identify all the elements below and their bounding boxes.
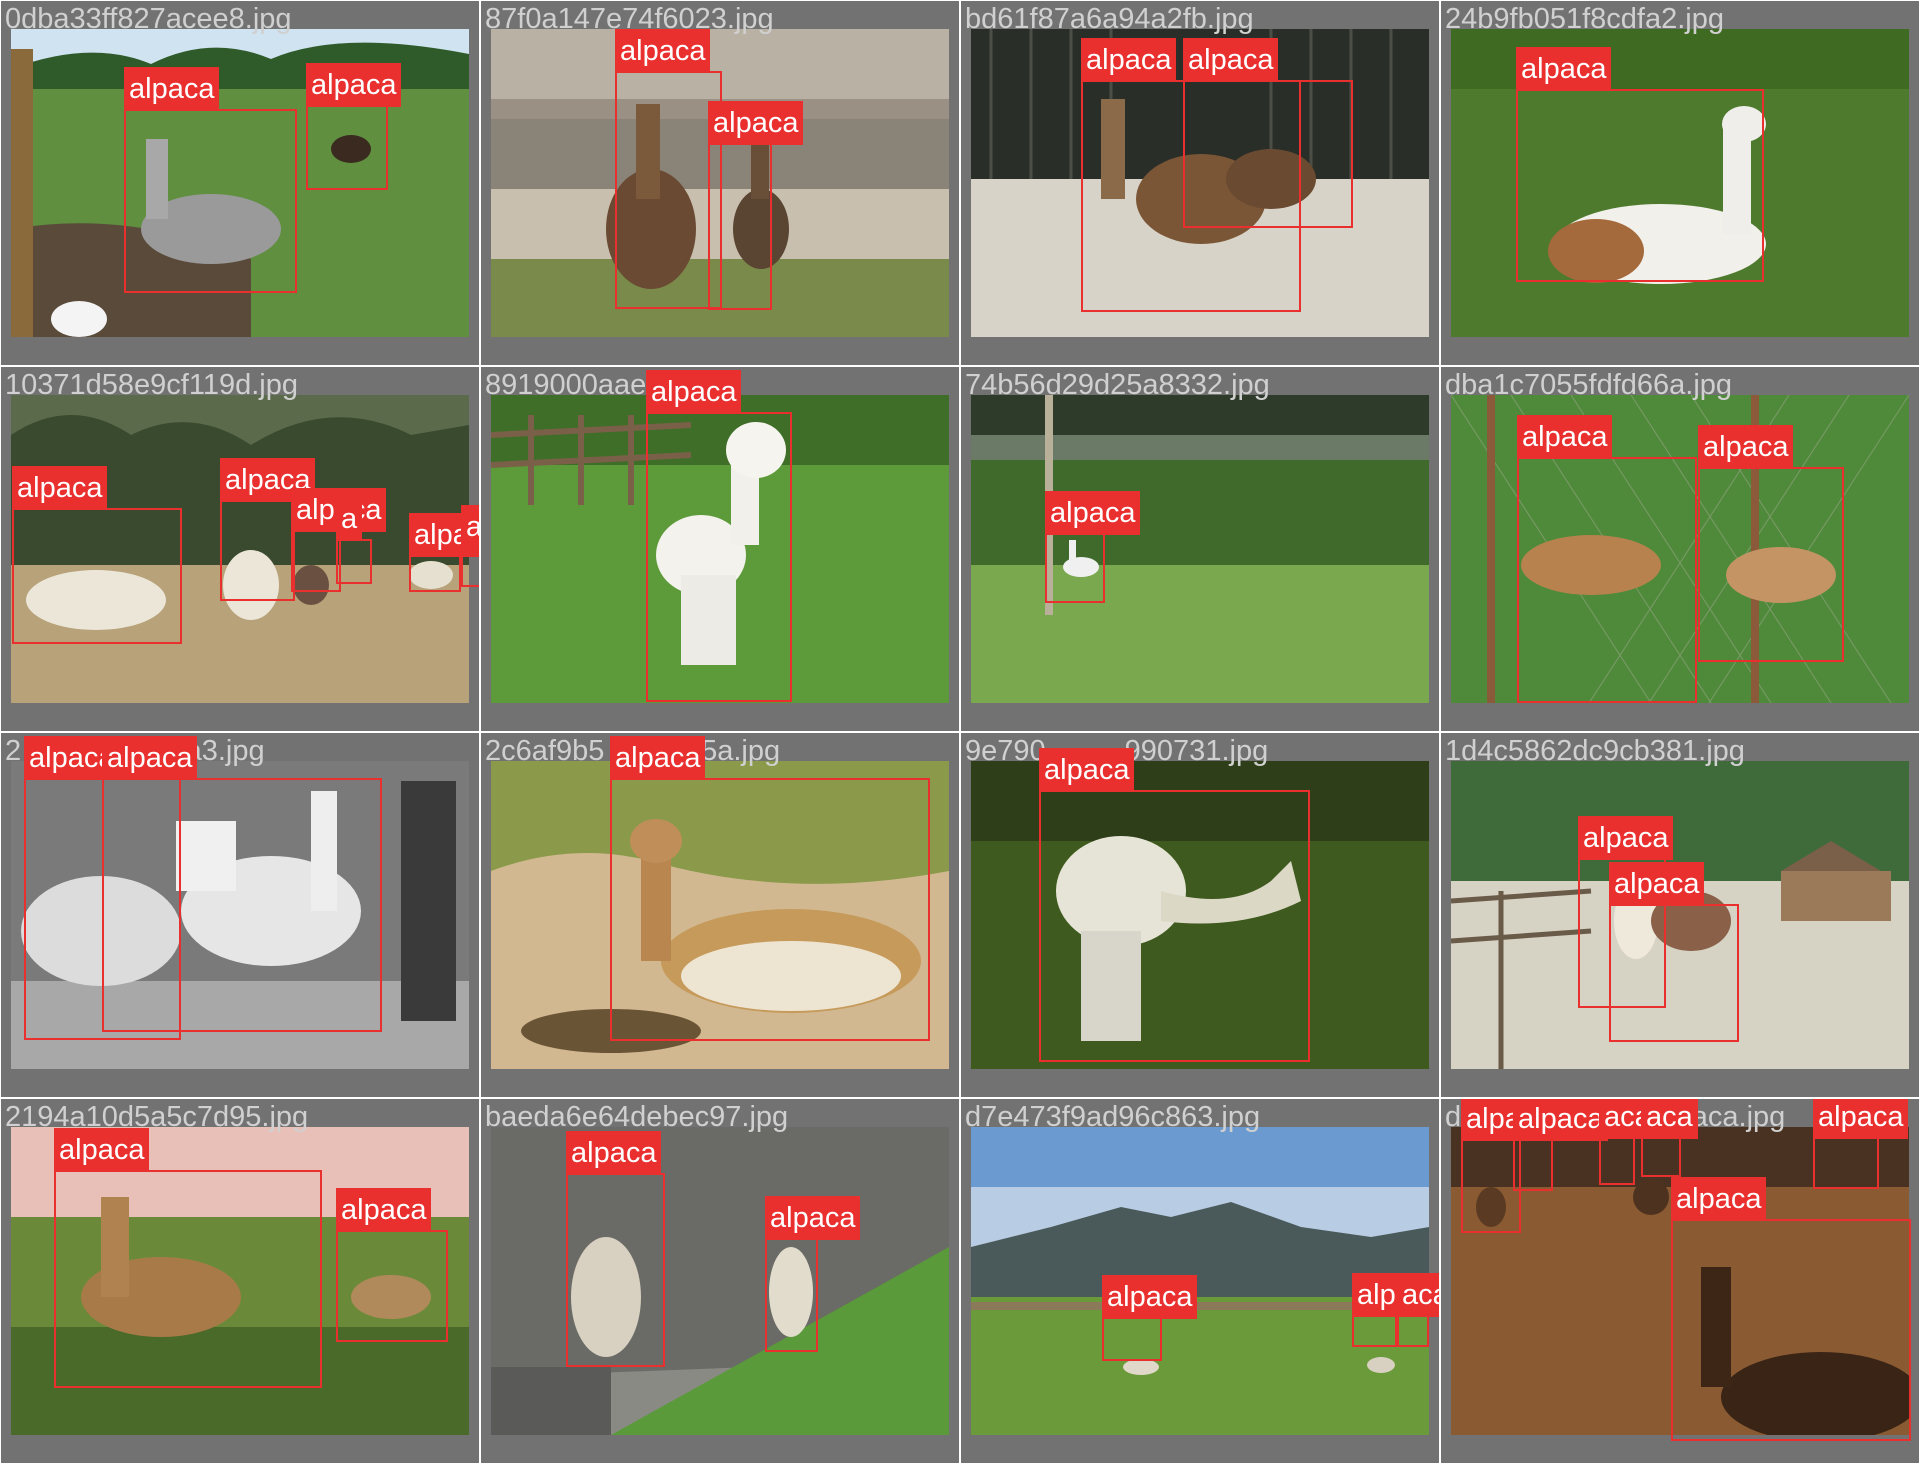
bounding-box: alpaca [615,29,722,309]
image-tile[interactable]: 25fcdc280ddca3.jpg alpaca alpaca [1,733,479,1097]
filename: d7e473f9ad96c863.jpg [965,1101,1261,1133]
bounding-box: alpaca [124,67,297,293]
class-label: alpaca [124,67,220,111]
class-label: aca [1397,1273,1439,1317]
bounding-box: alpaca [306,63,402,190]
class-label: alpaca [708,101,804,145]
bounding-box: alpaca [54,1128,322,1388]
filename: 0dba33ff827acee8.jpg [5,3,292,35]
filename: 10371d58e9cf119d.jpg [5,369,298,401]
bounding-box: alpaca [1039,748,1310,1062]
class-label: a [336,497,363,541]
class-label: alpaca [765,1196,861,1240]
filename: 24b9fb051f8cdfa2.jpg [1445,3,1724,35]
class-label: alpaca [1516,47,1612,91]
bounding-box: alpaca [566,1131,665,1367]
class-label: alpaca [1513,1099,1609,1141]
detection-mosaic: 0dba33ff827acee8.jpg alpaca alpaca 87f0a… [0,0,1920,1464]
class-label: alpaca [1045,491,1141,535]
class-label: alpaca [102,736,198,780]
image-tile[interactable]: bd61f87a6a94a2fb.jpg alpaca alpaca [961,1,1439,365]
photo-field [971,395,1429,703]
filename: dba1c7055fdfd66a.jpg [1445,369,1733,401]
bounding-box: alpaca [1352,1273,1439,1347]
bounding-box: aca [1397,1273,1439,1347]
image-tile[interactable]: 9e790c05da990731.jpg alpaca [961,733,1439,1097]
class-label: alpaca [54,1128,150,1172]
class-label: alpaca [12,466,108,510]
class-label: alpaca [1081,38,1177,82]
bounding-box: alpaca [646,370,792,702]
class-label: alpaca [461,505,479,549]
image-tile[interactable]: dba1c7055fdfd66a.jpg alpaca alpaca [1441,367,1919,731]
class-label: alpaca [336,1188,432,1232]
bounding-box: alpaca [610,736,930,1041]
class-label: alpaca [610,736,706,780]
bounding-box: alpaca [336,1188,448,1342]
image-tile[interactable]: 2194a10d5a5c7d95.jpg alpaca alpaca [1,1099,479,1463]
class-label: alpaca [1183,38,1279,82]
class-label: alpaca [1813,1099,1909,1139]
bounding-box: alpaca [1609,862,1739,1042]
bounding-box: alpaca [409,513,479,592]
filename: 2194a10d5a5c7d95.jpg [5,1101,309,1133]
class-label: alpaca [566,1131,662,1175]
bounding-box: alpaca [1517,415,1697,703]
class-label: alpaca [646,370,742,414]
bounding-box: alpaca [1183,38,1353,228]
image-tile[interactable]: d1f2b6e14c0a0acaaca.jpg alpa alpaca aca … [1441,1099,1919,1463]
image-tile[interactable]: 24b9fb051f8cdfa2.jpg alpaca [1441,1,1919,365]
image-tile[interactable]: 0dba33ff827acee8.jpg alpaca alpaca [1,1,479,365]
bounding-box: alpaca [1516,47,1764,282]
filename: bd61f87a6a94a2fb.jpg [965,3,1254,35]
image-tile[interactable]: 8919000aae8.jpg alpaca [481,367,959,731]
bounding-box: alpaca [12,466,182,644]
class-label: alpaca [1039,748,1135,792]
class-label: alpaca [1698,425,1794,469]
photo-rock-wall [491,1127,949,1435]
bounding-box: alpaca [1513,1099,1609,1191]
filename: baeda6e64debec97.jpg [485,1101,789,1133]
filename: 1d4c5862dc9cb381.jpg [1445,735,1745,767]
class-label: alpaca [1609,862,1705,906]
bounding-box: aca [1641,1099,1698,1177]
image-tile[interactable]: 74b56d29d25a8332.jpg alpaca [961,367,1439,731]
bounding-box: alpaca [220,458,316,601]
image-tile[interactable]: 1d4c5862dc9cb381.jpg alpaca alpaca [1441,733,1919,1097]
class-label: alpaca [306,63,402,107]
bounding-box: alpaca [1813,1099,1909,1189]
bounding-box: alpaca [1045,491,1141,603]
bounding-box: alpaca [708,101,804,310]
bounding-box: alpa [1461,1099,1526,1233]
class-label: alpaca [1578,816,1674,860]
bounding-box: alpaca [1102,1275,1198,1361]
bounding-box: alpaca [102,736,382,1032]
class-label: alpaca [1517,415,1613,459]
filename: 74b56d29d25a8332.jpg [965,369,1270,401]
image-tile[interactable]: 87f0a147e74f6023.jpg alpaca alpaca [481,1,959,365]
bounding-box: alpaca [291,488,387,592]
bounding-box: alpaca [1698,425,1844,662]
class-label: aca [1641,1099,1698,1139]
class-label: alpaca [1102,1275,1198,1319]
bounding-box: alpaca [461,505,479,587]
bounding-box: alpaca [1671,1177,1911,1441]
bounding-box: a [336,497,372,584]
image-tile[interactable]: 2c6af9b5ddd4b35a.jpg alpaca [481,733,959,1097]
bounding-box: alpaca [765,1196,861,1352]
image-tile[interactable]: d7e473f9ad96c863.jpg alpaca alpaca aca [961,1099,1439,1463]
class-label: alpaca [615,29,711,73]
image-tile[interactable]: baeda6e64debec97.jpg alpaca alpaca [481,1099,959,1463]
bounding-box: aca [1599,1099,1656,1185]
image-tile[interactable]: 10371d58e9cf119d.jpg alpaca alpaca alpac… [1,367,479,731]
class-label: alpaca [1671,1177,1767,1221]
